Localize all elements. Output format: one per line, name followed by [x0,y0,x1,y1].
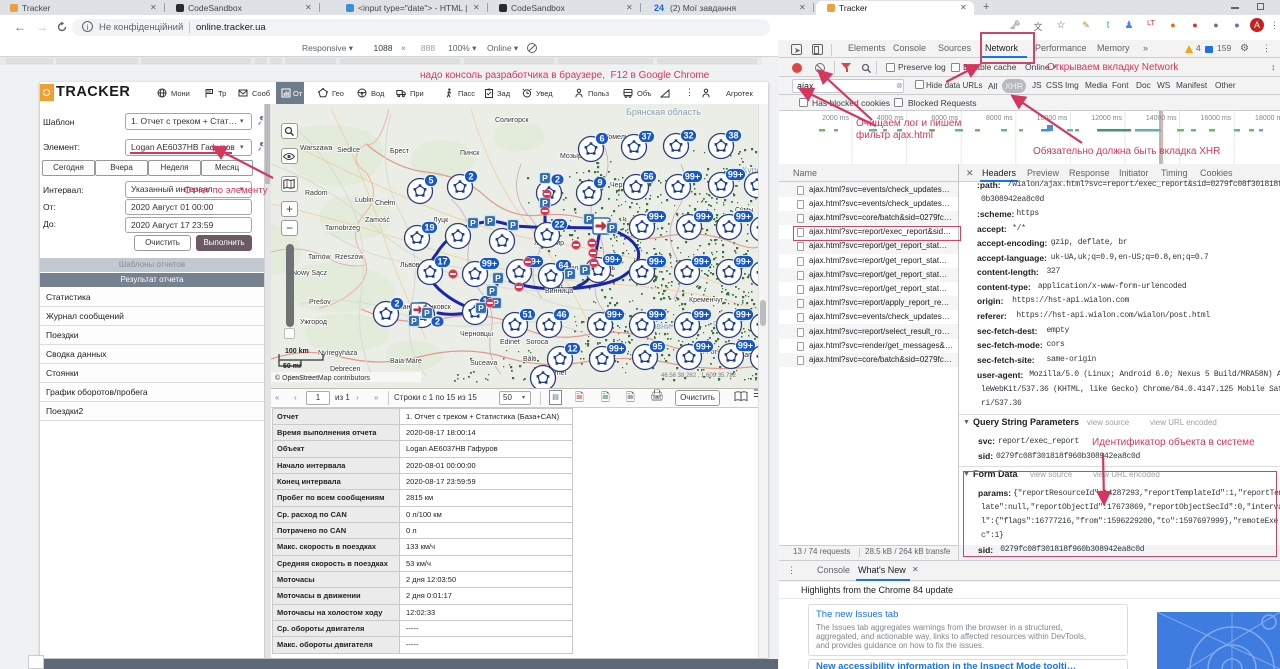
svg-text:99+: 99+ [649,257,664,267]
svg-text:2: 2 [394,299,399,309]
svg-text:8000 ms: 8000 ms [986,115,1013,122]
svg-text:Warszawa: Warszawa [300,145,333,152]
svg-text:19: 19 [424,223,434,233]
svg-text:46: 46 [556,310,566,320]
svg-text:Edinet: Edinet [500,339,520,346]
svg-text:Soroca: Soroca [526,339,548,346]
svg-text:© OpenStreetMap contributors: © OpenStreetMap contributors [275,374,371,382]
svg-text:Debrecen: Debrecen [330,366,360,373]
svg-text:18000 ms: 18000 ms [1255,115,1280,122]
svg-text:99+: 99+ [694,310,709,320]
svg-text:P: P [487,216,493,226]
svg-text:6: 6 [599,134,604,144]
svg-text:22: 22 [554,220,564,230]
svg-text:2: 2 [555,175,560,185]
svg-text:P: P [586,214,592,224]
svg-text:P: P [582,265,588,275]
svg-text:5: 5 [428,176,433,186]
svg-text:Zamość: Zamość [365,217,390,224]
svg-text:99+: 99+ [609,344,624,354]
svg-text:16000 ms: 16000 ms [1200,115,1231,122]
svg-text:Bălti: Bălti [523,356,537,363]
svg-text:9: 9 [597,178,602,188]
svg-text:2: 2 [435,317,440,327]
svg-text:Suceava: Suceava [470,360,497,367]
svg-text:99+: 99+ [607,310,622,320]
svg-text:10000 ms: 10000 ms [1037,115,1068,122]
svg-text:50 mi: 50 mi [283,363,301,370]
svg-text:99+: 99+ [696,342,711,352]
svg-text:38: 38 [728,131,738,141]
svg-text:Rzeszów: Rzeszów [335,254,364,261]
svg-text:32: 32 [683,131,693,141]
svg-text:P: P [411,316,417,326]
svg-text:Chełm: Chełm [375,200,395,207]
svg-text:Кременчуг: Кременчуг [689,297,724,304]
svg-text:99+: 99+ [696,212,711,222]
svg-text:12000 ms: 12000 ms [1091,115,1122,122]
svg-text:P: P [510,220,516,230]
svg-text:46.56 38.282 , 1 609 35.782: 46.56 38.282 , 1 609 35.782 [661,373,737,379]
svg-text:99+: 99+ [605,255,620,265]
svg-text:Солигорск: Солигорск [495,117,529,124]
svg-text:Брест: Брест [390,148,410,155]
svg-text:Siedlce: Siedlce [337,147,360,154]
svg-text:Tarnobrzeg: Tarnobrzeg [325,225,360,232]
svg-text:56: 56 [643,172,653,182]
svg-text:P: P [424,308,430,318]
svg-text:Брянская область: Брянская область [626,107,701,117]
svg-text:P: P [489,286,495,296]
svg-text:99+: 99+ [736,212,751,222]
svg-text:Nowy Sącz: Nowy Sącz [292,270,328,277]
svg-text:99+: 99+ [728,170,743,180]
svg-text:2000 ms: 2000 ms [822,115,849,122]
svg-text:2: 2 [468,172,473,182]
svg-text:99+: 99+ [736,257,751,267]
svg-text:99+: 99+ [685,172,700,182]
svg-text:Пинск: Пинск [460,150,480,157]
svg-text:99+: 99+ [649,212,664,222]
svg-text:Lublin: Lublin [355,197,374,204]
svg-text:99+: 99+ [738,341,753,351]
svg-text:Винница: Винница [545,288,573,295]
svg-text:12: 12 [567,344,577,354]
svg-text:17: 17 [437,257,447,267]
svg-text:95: 95 [652,342,662,352]
svg-text:14000 ms: 14000 ms [1146,115,1177,122]
svg-text:100 km: 100 km [285,348,309,355]
svg-text:Ужгород: Ужгород [300,319,327,326]
svg-text:Tarnów: Tarnów [308,254,332,261]
svg-text:Baia Mare: Baia Mare [390,358,422,365]
svg-text:99+: 99+ [736,310,751,320]
svg-text:51: 51 [522,310,532,320]
svg-text:P: P [609,223,615,233]
svg-text:P: P [495,273,501,283]
svg-text:99+: 99+ [482,259,497,269]
svg-text:99+: 99+ [649,310,664,320]
svg-text:37: 37 [641,132,651,142]
svg-text:P: P [470,218,476,228]
svg-text:P: P [542,173,548,183]
svg-text:Львов: Львов [400,262,420,269]
svg-text:P: P [567,269,573,279]
svg-text:Nyíregyháza: Nyíregyháza [318,350,357,357]
svg-text:Черновцы: Черновцы [460,331,493,338]
svg-text:99+: 99+ [694,257,709,267]
svg-text:Radom: Radom [305,190,328,197]
svg-text:P: P [478,303,484,313]
svg-text:Prešov: Prešov [309,299,331,306]
